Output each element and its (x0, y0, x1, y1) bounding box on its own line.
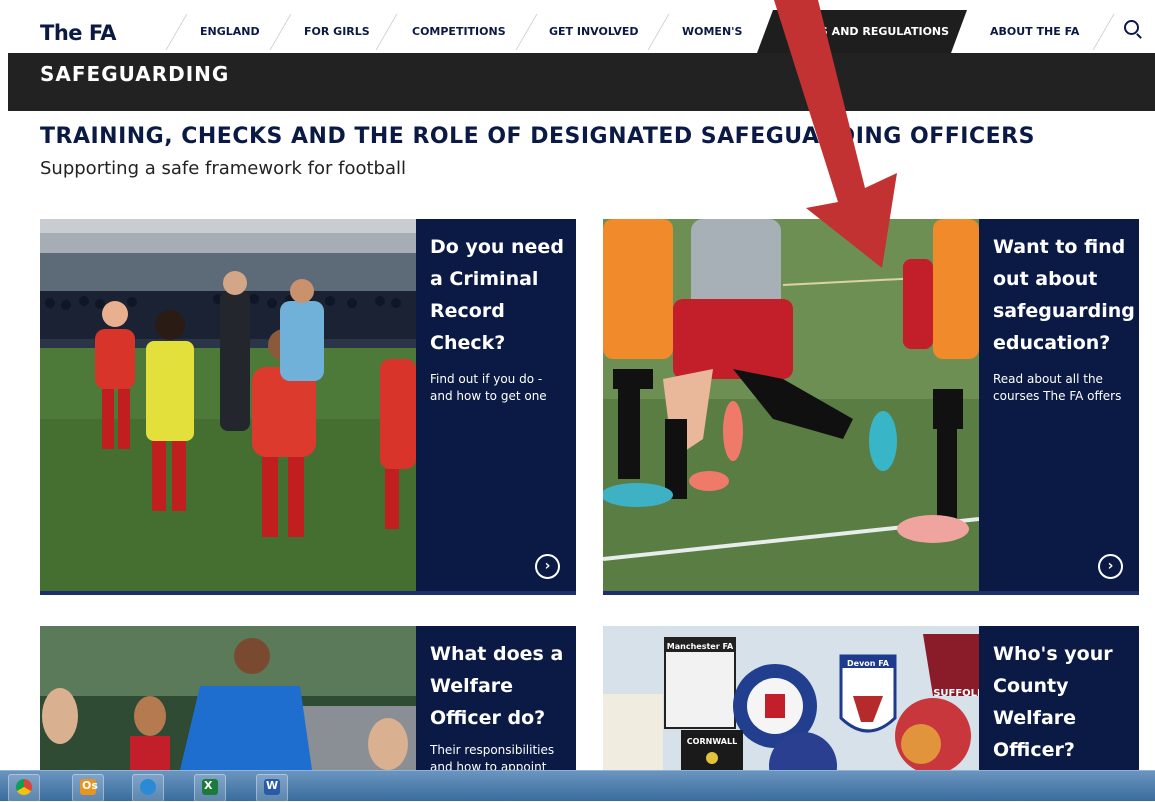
card-bottom-border (603, 591, 1139, 595)
card-criminal-record-check[interactable]: Do you need a Criminal Record Check? Fin… (40, 219, 576, 595)
card-county-welfare-officer[interactable]: Manchester FA Devon FA SUFFOLK CORNWALL … (603, 626, 1139, 770)
badge-suffolk-label: SUFFOLK (933, 688, 979, 699)
nav-separator (375, 14, 398, 50)
nav-active-label[interactable]: RULES AND REGULATIONS (788, 25, 949, 38)
badge-cornwall-label: CORNWALL (687, 737, 737, 746)
card-image-county-badges: Manchester FA Devon FA SUFFOLK CORNWALL (603, 626, 979, 770)
taskbar-word-button[interactable]: W (256, 774, 288, 802)
card-image-kids-running (603, 219, 979, 595)
windows-taskbar: Os X W (0, 770, 1155, 802)
card-image-training-session (40, 219, 416, 595)
card-welfare-officer-role[interactable]: What does a Welfare Officer do? Their re… (40, 626, 576, 770)
card-title[interactable]: Who's your County Welfare Officer? (993, 638, 1133, 766)
nav-separator (647, 14, 670, 50)
taskbar-outlook-button[interactable]: Os (72, 774, 104, 802)
card-description: Their responsibilities and how to appoin… (430, 743, 555, 770)
nav-separator (165, 14, 188, 50)
chrome-icon (16, 779, 32, 795)
nav-item-womens[interactable]: WOMEN'S (682, 25, 742, 38)
top-navigation: The FA ENGLAND FOR GIRLS COMPETITIONS GE… (8, 10, 1155, 54)
excel-label: X (204, 779, 213, 792)
fa-logo[interactable]: The FA (40, 21, 117, 45)
card-title[interactable]: Do you need a Criminal Record Check? (430, 231, 570, 359)
card-title[interactable]: What does a Welfare Officer do? (430, 638, 570, 734)
card-text-panel: Want to find out about safeguarding educ… (979, 219, 1139, 595)
nav-separator (269, 14, 292, 50)
nav-item-competitions[interactable]: COMPETITIONS (412, 25, 506, 38)
card-image-coach (40, 626, 416, 770)
card-text-panel: Do you need a Criminal Record Check? Fin… (416, 219, 576, 595)
card-title[interactable]: Want to find out about safeguarding educ… (993, 231, 1135, 359)
section-header-bar: SAFEGUARDING (8, 53, 1155, 111)
card-safeguarding-education[interactable]: Want to find out about safeguarding educ… (603, 219, 1139, 595)
search-icon[interactable] (1124, 20, 1139, 35)
badge-manchester-label: Manchester FA (667, 642, 734, 651)
nav-item-get-involved[interactable]: GET INVOLVED (549, 25, 639, 38)
nav-item-about-the-fa[interactable]: ABOUT THE FA (990, 25, 1079, 38)
nav-item-england[interactable]: ENGLAND (200, 25, 260, 38)
page-subtitle: Supporting a safe framework for football (40, 158, 407, 179)
card-text-panel: Who's your County Welfare Officer? (979, 626, 1139, 770)
page-title: TRAINING, CHECKS AND THE ROLE OF DESIGNA… (40, 124, 1035, 149)
taskbar-excel-button[interactable]: X (194, 774, 226, 802)
section-title: SAFEGUARDING (40, 62, 230, 86)
nav-separator (1092, 14, 1115, 50)
outlook-label: Os (82, 779, 98, 792)
chevron-right-circle-icon[interactable]: › (535, 554, 560, 579)
word-label: W (266, 779, 279, 792)
nav-item-for-girls[interactable]: FOR GIRLS (304, 25, 370, 38)
card-description: Find out if you do - and how to get one (430, 372, 547, 403)
chevron-right-circle-icon[interactable]: › (1098, 554, 1123, 579)
nav-separator (515, 14, 538, 50)
taskbar-chrome-button[interactable] (8, 774, 40, 802)
card-description: Read about all the courses The FA offers (993, 372, 1122, 403)
badge-devon-label: Devon FA (847, 659, 890, 668)
card-bottom-border (40, 591, 576, 595)
card-text-panel: What does a Welfare Officer do? Their re… (416, 626, 576, 770)
taskbar-ie-button[interactable] (132, 774, 164, 802)
internet-explorer-icon (140, 779, 156, 795)
